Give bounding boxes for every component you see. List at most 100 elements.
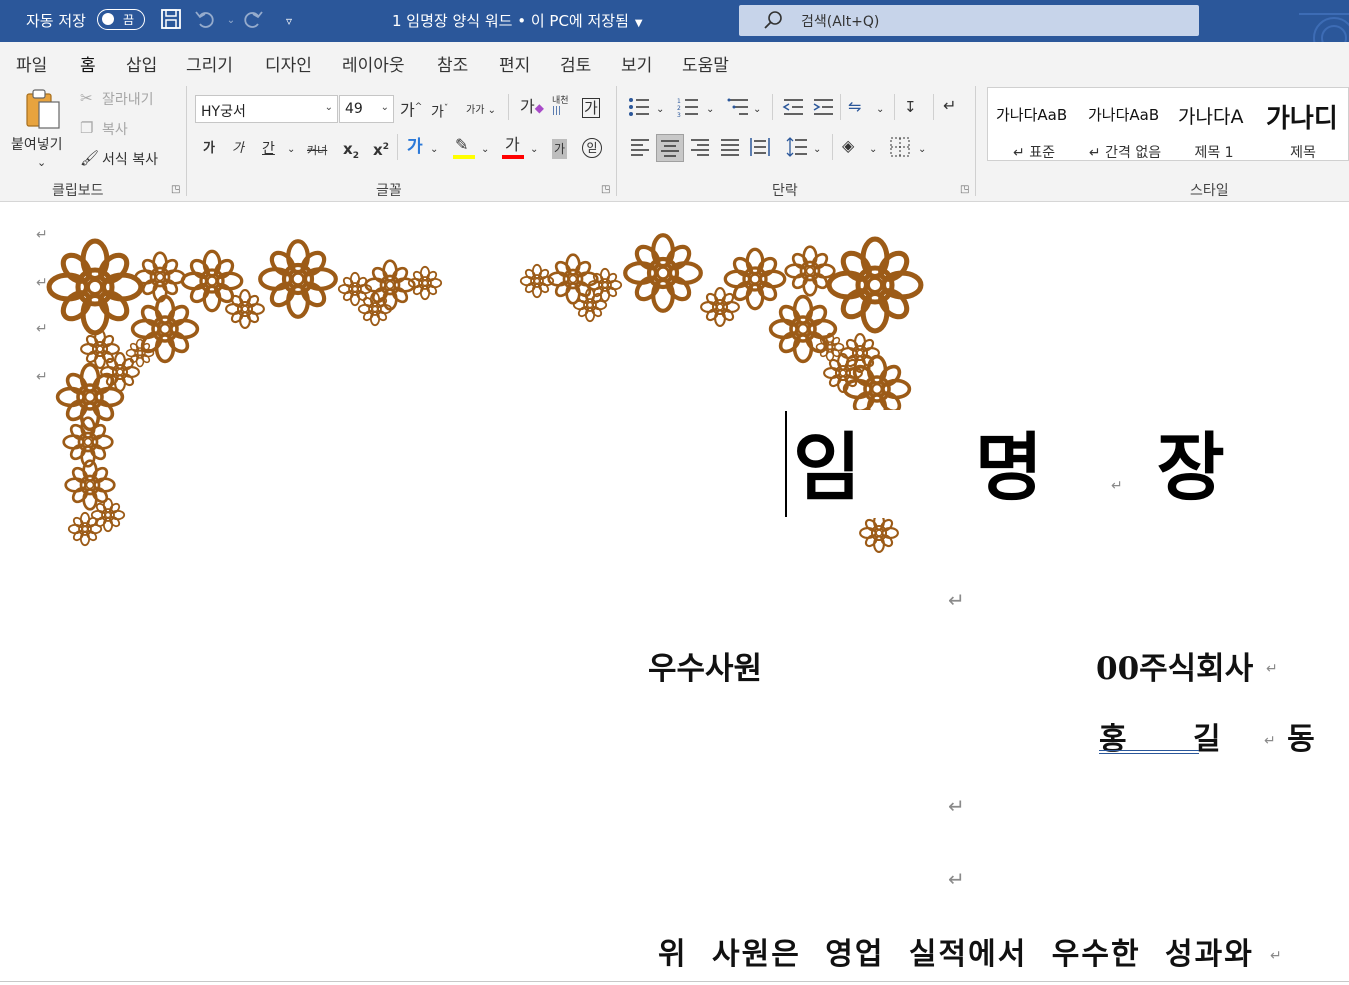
- highlight-icon[interactable]: ✎: [455, 136, 468, 154]
- tab-mailings[interactable]: 편지: [499, 51, 530, 76]
- paintbrush-icon: 🖌: [80, 149, 100, 167]
- copy-button[interactable]: ❐ 복사: [78, 118, 174, 140]
- numbering-icon[interactable]: 123: [677, 97, 699, 117]
- borders-dropdown-icon[interactable]: ⌄: [918, 141, 926, 159]
- styles-group-label: 스타일: [1190, 183, 1229, 199]
- cut-button[interactable]: ✂ 잘라내기: [78, 88, 174, 110]
- line-spacing-dropdown-icon[interactable]: ⌄: [813, 141, 821, 159]
- clipboard-launcher-icon[interactable]: ◳: [171, 184, 180, 195]
- bold-button[interactable]: 가: [203, 140, 215, 158]
- font-size-combo[interactable]: 49 ⌄: [339, 95, 394, 123]
- multilevel-list-icon[interactable]: [727, 97, 749, 117]
- numbering-dropdown-icon[interactable]: ⌄: [706, 101, 714, 119]
- divider: [840, 94, 841, 120]
- tab-references[interactable]: 참조: [437, 51, 468, 76]
- title-bar: 자동 저장 끔 ⌄ ▿ 1 임명장 양식 워드 • 이 PC에 저장됨 ▼ 검색(…: [0, 0, 1349, 42]
- paste-button[interactable]: 붙여넣기 ⌄: [8, 86, 74, 172]
- grow-font-icon[interactable]: 가^: [400, 98, 422, 119]
- text-direction-icon[interactable]: ⇋: [848, 98, 861, 116]
- search-placeholder: 검색(Alt+Q): [801, 14, 880, 30]
- tab-home[interactable]: 홈: [80, 51, 96, 84]
- divider: [508, 94, 509, 120]
- decrease-indent-icon[interactable]: [782, 97, 804, 117]
- bullets-dropdown-icon[interactable]: ⌄: [656, 101, 664, 119]
- underline-dropdown-icon[interactable]: ⌄: [287, 141, 295, 159]
- ribbon-tabs: 파일 홈 삽입 그리기 디자인 레이아웃 참조 편지 검토 보기 도움말: [0, 42, 1349, 84]
- phonetic-guide-icon[interactable]: 내천 |||: [552, 96, 569, 116]
- character-shading-icon[interactable]: 가: [552, 139, 568, 159]
- tab-insert[interactable]: 삽입: [126, 51, 157, 76]
- svg-text:3: 3: [677, 112, 681, 117]
- tab-design[interactable]: 디자인: [265, 51, 312, 76]
- floral-corner-left: [40, 237, 443, 547]
- multilevel-dropdown-icon[interactable]: ⌄: [753, 101, 761, 119]
- borders-icon[interactable]: [890, 137, 910, 157]
- text-effects-icon[interactable]: 가: [407, 138, 423, 156]
- tab-help[interactable]: 도움말: [682, 51, 729, 76]
- undo-icon[interactable]: [192, 8, 218, 34]
- group-divider: [186, 86, 187, 196]
- sort-icon[interactable]: ↧: [904, 98, 917, 116]
- document-title-text: 1 임명장 양식 워드 • 이 PC에 저장됨: [392, 12, 629, 30]
- company-text: 00주식회사: [1096, 651, 1254, 687]
- format-painter-button[interactable]: 🖌 서식 복사: [78, 148, 174, 170]
- enclose-characters-icon[interactable]: 읻: [582, 138, 602, 158]
- document-title[interactable]: 1 임명장 양식 워드 • 이 PC에 저장됨 ▼: [392, 10, 643, 31]
- underline-button[interactable]: 간: [262, 140, 275, 158]
- proofing-underline: [1099, 750, 1199, 754]
- strikethrough-button[interactable]: 커녀: [307, 142, 327, 160]
- style-heading-1[interactable]: 가나다A 제목 1: [1170, 88, 1258, 162]
- subscript-button[interactable]: x2: [343, 140, 359, 165]
- distributed-icon[interactable]: [750, 137, 770, 157]
- document-page[interactable]: ↵ ↵ ↵ ↵ 임 명 장 ↵ ↵ 우수사원 00주식회사 ↵ 홍 길 동 ↵ …: [0, 203, 1349, 985]
- tab-draw[interactable]: 그리기: [186, 51, 233, 76]
- paragraph-mark: ↵: [948, 794, 965, 818]
- style-preview: 가나다A: [1178, 106, 1244, 128]
- align-left-icon[interactable]: [630, 138, 650, 156]
- divider: [894, 94, 895, 120]
- style-normal[interactable]: 가나다AaB ↵ 표준: [988, 88, 1080, 162]
- font-name-combo[interactable]: HY궁서 ⌄: [195, 95, 338, 123]
- format-painter-label: 서식 복사: [102, 152, 158, 168]
- redo-icon[interactable]: [240, 8, 266, 34]
- tab-review[interactable]: 검토: [560, 51, 591, 76]
- autosave-toggle[interactable]: 끔: [97, 9, 145, 30]
- align-center-icon: [661, 140, 679, 157]
- tab-view[interactable]: 보기: [621, 51, 652, 76]
- shrink-font-icon[interactable]: 가ˇ: [431, 100, 448, 122]
- bullets-icon[interactable]: [628, 97, 650, 117]
- body-text-line: 위 사원은 영업 실적에서 우수한 성과와: [658, 937, 1254, 972]
- shading-icon[interactable]: ◈: [842, 137, 854, 155]
- change-case-icon[interactable]: 가가 ⌄: [466, 102, 496, 120]
- paragraph-launcher-icon[interactable]: ◳: [960, 184, 969, 195]
- shading-dropdown-icon[interactable]: ⌄: [869, 141, 877, 159]
- font-launcher-icon[interactable]: ◳: [601, 184, 610, 195]
- italic-button[interactable]: 가: [232, 140, 244, 158]
- increase-indent-icon[interactable]: [812, 97, 834, 117]
- tab-file[interactable]: 파일: [16, 51, 47, 76]
- position-text: 우수사원: [648, 651, 763, 687]
- text-effects-dropdown-icon[interactable]: ⌄: [430, 141, 438, 159]
- highlight-dropdown-icon[interactable]: ⌄: [481, 141, 489, 159]
- paragraph-mark: ↵: [948, 867, 965, 891]
- align-right-icon[interactable]: [690, 138, 710, 156]
- character-border-icon[interactable]: 가: [582, 98, 600, 118]
- customize-qat-icon[interactable]: ▿: [276, 8, 302, 34]
- styles-gallery: 가나다AaB ↵ 표준 가나다AaB ↵ 간격 없음 가나다A 제목 1 가나디…: [987, 87, 1349, 161]
- font-color-icon[interactable]: 가: [505, 136, 520, 154]
- search-box[interactable]: 검색(Alt+Q): [739, 5, 1199, 36]
- show-marks-icon[interactable]: ↵: [943, 97, 956, 115]
- style-no-spacing[interactable]: 가나다AaB ↵ 간격 없음: [1080, 88, 1170, 162]
- paragraph-mark: ↵: [1111, 478, 1123, 494]
- font-color-dropdown-icon[interactable]: ⌄: [530, 141, 538, 159]
- line-spacing-icon[interactable]: [786, 137, 808, 157]
- tab-layout[interactable]: 레이아웃: [342, 51, 405, 76]
- divider: [397, 134, 398, 160]
- save-icon[interactable]: [158, 8, 184, 34]
- clear-formatting-icon[interactable]: 가◆: [520, 98, 544, 117]
- text-direction-dropdown-icon[interactable]: ⌄: [876, 101, 884, 119]
- align-center-button[interactable]: [656, 134, 684, 162]
- superscript-button[interactable]: x2: [373, 138, 389, 159]
- style-title[interactable]: 가나디 제목: [1258, 88, 1348, 162]
- justify-icon[interactable]: [720, 138, 740, 156]
